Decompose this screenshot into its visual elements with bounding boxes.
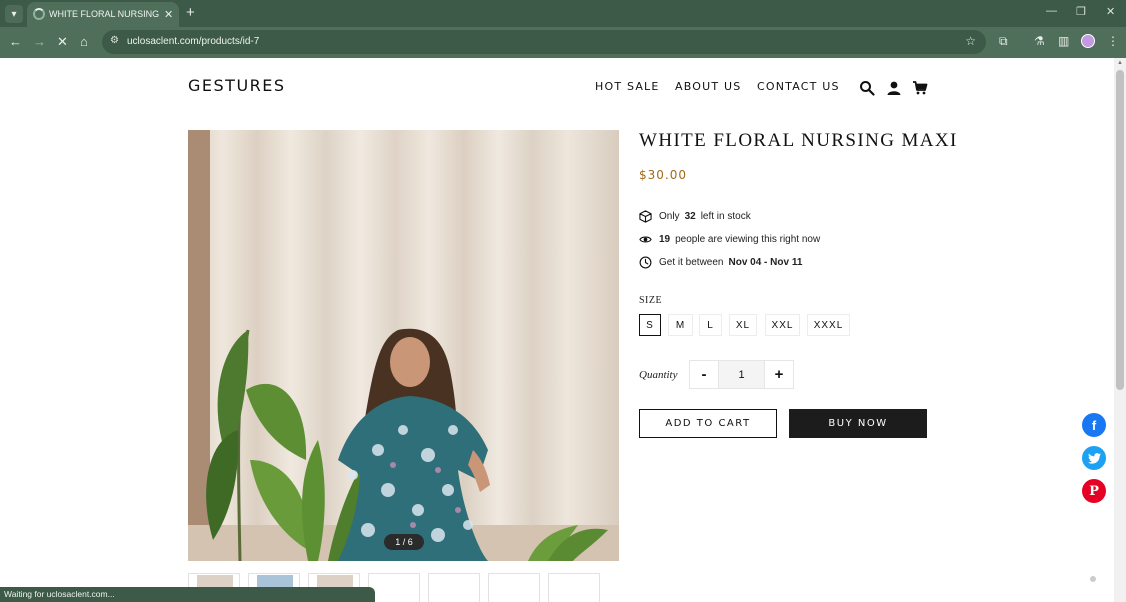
side-panel-icon[interactable]: ▥ [1058,34,1069,48]
window-minimize-icon[interactable]: — [1046,5,1057,17]
browser-tab-active[interactable]: WHITE FLORAL NURSING MAXI ✕ [27,2,179,27]
back-arrow-icon[interactable]: ← [9,34,22,49]
corner-indicator [1090,576,1096,582]
quantity-label: Quantity [639,369,678,381]
product-photo [188,130,619,561]
scrollbar-thumb[interactable] [1116,70,1124,390]
thumbnail-4[interactable] [368,573,420,602]
stop-loading-icon[interactable]: ✕ [57,34,68,50]
browser-toolbar: ← → ✕ ⌂ ⚙ uclosaclent.com/products/id-7 … [0,27,1126,58]
delivery-range: Nov 04 - Nov 11 [728,256,803,268]
size-label: SIZE [639,295,663,306]
account-user-icon[interactable] [886,80,902,96]
product-main-image[interactable]: 1 / 6 [188,130,619,561]
size-option-s[interactable]: S [639,314,661,336]
quantity-input[interactable]: 1 [719,360,764,389]
labs-flask-icon[interactable]: ⚗ [1034,34,1045,48]
image-counter: 1 / 6 [384,534,424,550]
thumbnail-6[interactable] [488,573,540,602]
tab-search-chevron-icon[interactable]: ▾ [5,5,23,23]
eye-icon [639,236,652,242]
site-logo[interactable]: GESTURES [188,76,286,95]
nav-contact-us[interactable]: CONTACT US [757,80,840,93]
thumbnail-5[interactable] [428,573,480,602]
facebook-share-button[interactable]: f [1082,413,1106,437]
site-settings-icon[interactable]: ⚙ [110,35,119,46]
nav-about-us[interactable]: ABOUT US [675,80,741,93]
bookmark-star-icon[interactable]: ☆ [965,34,976,48]
page-scrollbar[interactable]: ▲ [1114,58,1126,602]
new-tab-plus-icon[interactable]: + [186,4,195,21]
scroll-up-arrow-icon[interactable]: ▲ [1117,60,1123,66]
nav-hot-sale[interactable]: HOT SALE [595,80,660,93]
viewers-suffix: people are viewing this right now [675,233,821,245]
delivery-prefix: Get it between [659,256,724,268]
size-option-xxl[interactable]: XXL [765,314,800,336]
quantity-increase-button[interactable]: + [764,360,794,389]
size-option-l[interactable]: L [699,314,722,336]
thumbnail-7[interactable] [548,573,600,602]
cart-icon[interactable] [912,80,928,96]
home-icon[interactable]: ⌂ [80,34,88,49]
facebook-icon: f [1091,417,1097,433]
address-url: uclosaclent.com/products/id-7 [127,36,260,47]
search-icon[interactable] [859,80,875,96]
product-title: WHITE FLORAL NURSING MAXI [639,130,958,151]
web-page: GESTURES HOT SALE ABOUT US CONTACT US 1 … [0,58,1114,602]
size-option-xl[interactable]: XL [729,314,757,336]
forward-arrow-icon[interactable]: → [33,34,46,49]
stock-prefix: Only [659,210,680,222]
extensions-puzzle-icon[interactable]: ⧉ [999,34,1008,49]
quantity-decrease-button[interactable]: - [689,360,719,389]
clock-icon [639,256,652,268]
delivery-info: Get it between Nov 04 - Nov 11 [639,254,807,270]
viewers-info: 19 people are viewing this right now [639,231,820,247]
profile-avatar[interactable] [1081,34,1095,48]
add-to-cart-button[interactable]: ADD TO CART [639,409,777,438]
address-bar[interactable]: ⚙ uclosaclent.com/products/id-7 ☆ [102,30,986,54]
browser-status-bar: Waiting for uclosaclent.com... [0,587,375,602]
stock-suffix: left in stock [700,210,751,222]
stock-info: Only 32 left in stock [639,208,751,224]
browser-menu-kebab-icon[interactable]: ⋮ [1107,34,1119,48]
twitter-bird-icon [1087,452,1101,464]
viewers-count: 19 [659,233,671,245]
size-option-m[interactable]: M [668,314,693,336]
size-option-xxxl[interactable]: XXXL [807,314,850,336]
browser-tab-strip: ▾ WHITE FLORAL NURSING MAXI ✕ + — ❐ ✕ [0,0,1126,27]
stock-count: 32 [684,210,696,222]
pinterest-icon: P [1089,483,1099,499]
twitter-share-button[interactable] [1082,446,1106,470]
box-package-icon [639,209,652,223]
buy-now-button[interactable]: BUY NOW [789,409,927,438]
window-close-icon[interactable]: ✕ [1106,5,1115,18]
tab-close-icon[interactable]: ✕ [164,8,173,21]
pinterest-share-button[interactable]: P [1082,479,1106,503]
loading-spinner-icon [33,8,45,20]
tab-title: WHITE FLORAL NURSING MAXI [49,9,159,19]
product-price: $30.00 [639,168,687,182]
window-restore-icon[interactable]: ❐ [1076,5,1086,18]
